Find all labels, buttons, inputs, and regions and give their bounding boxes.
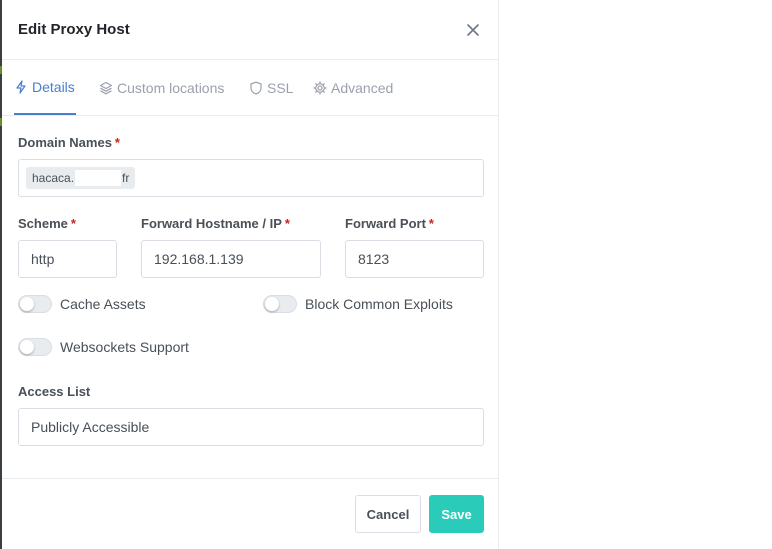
- domain-names-input[interactable]: hacaca. fr: [18, 159, 484, 197]
- tab-bar: Details Custom locations SSL Advanced: [2, 60, 498, 116]
- scheme-label-text: Scheme: [18, 216, 68, 231]
- access-list-label-text: Access List: [18, 384, 91, 399]
- domain-chip-prefix: hacaca.: [32, 171, 75, 185]
- websockets-support-toggle[interactable]: Websockets Support: [18, 338, 189, 356]
- forward-hostname-value: 192.168.1.139: [154, 251, 244, 267]
- cache-assets-label: Cache Assets: [60, 296, 146, 312]
- modal-title: Edit Proxy Host: [18, 21, 130, 38]
- required-marker: *: [114, 135, 120, 150]
- tab-label: Advanced: [331, 79, 394, 96]
- toggle-knob: [20, 297, 34, 311]
- domain-names-label: Domain Names *: [18, 135, 120, 150]
- toggle-knob: [265, 297, 279, 311]
- save-button[interactable]: Save: [429, 495, 484, 533]
- shield-icon: [250, 81, 262, 95]
- block-common-exploits-toggle[interactable]: Block Common Exploits: [263, 295, 453, 313]
- domain-chip[interactable]: hacaca. fr: [26, 167, 136, 189]
- access-list-select[interactable]: Publicly Accessible: [18, 408, 484, 446]
- domain-names-label-text: Domain Names: [18, 135, 112, 150]
- websockets-support-label: Websockets Support: [60, 339, 189, 355]
- close-button[interactable]: [462, 19, 484, 41]
- toggle-switch[interactable]: [18, 338, 52, 356]
- required-marker: *: [284, 216, 290, 231]
- modal-footer: Cancel Save: [2, 478, 498, 549]
- tab-label: Custom locations: [117, 79, 225, 96]
- toggle-switch[interactable]: [18, 295, 52, 313]
- tab-ssl[interactable]: SSL: [249, 60, 293, 115]
- forward-hostname-label-text: Forward Hostname / IP: [141, 216, 282, 231]
- block-common-exploits-label: Block Common Exploits: [305, 296, 453, 312]
- toggle-switch[interactable]: [263, 295, 297, 313]
- tab-custom-locations[interactable]: Custom locations: [99, 60, 224, 115]
- layers-icon: [99, 81, 113, 94]
- gear-icon: [313, 80, 327, 95]
- close-icon: [467, 24, 479, 36]
- edit-proxy-host-modal: Edit Proxy Host Details Custom locations…: [2, 0, 499, 549]
- access-list-label: Access List: [18, 384, 90, 399]
- scheme-value: http: [31, 251, 55, 267]
- forward-hostname-label: Forward Hostname / IP *: [141, 216, 290, 231]
- forward-hostname-input[interactable]: 192.168.1.139: [141, 240, 321, 278]
- toggle-knob: [20, 340, 34, 354]
- tab-advanced[interactable]: Advanced: [313, 60, 393, 115]
- forward-port-label: Forward Port *: [345, 216, 434, 231]
- tab-label: SSL: [267, 79, 294, 96]
- forward-port-label-text: Forward Port: [345, 216, 426, 231]
- scheme-input[interactable]: http: [18, 240, 117, 278]
- tab-details[interactable]: Details: [14, 60, 76, 115]
- scheme-label: Scheme *: [18, 216, 76, 231]
- bolt-icon: [16, 79, 26, 94]
- page: Edit Proxy Host Details Custom locations…: [0, 0, 772, 549]
- access-list-value: Publicly Accessible: [31, 419, 150, 435]
- forward-port-input[interactable]: 8123: [345, 240, 484, 278]
- modal-header: Edit Proxy Host: [2, 0, 498, 60]
- forward-port-value: 8123: [358, 251, 390, 267]
- cache-assets-toggle[interactable]: Cache Assets: [18, 295, 146, 313]
- required-marker: *: [428, 216, 434, 231]
- tab-label: Details: [32, 78, 75, 95]
- cancel-button[interactable]: Cancel: [355, 495, 421, 533]
- redacted-area: [75, 170, 122, 186]
- domain-chip-suffix: fr: [122, 171, 130, 185]
- required-marker: *: [70, 216, 76, 231]
